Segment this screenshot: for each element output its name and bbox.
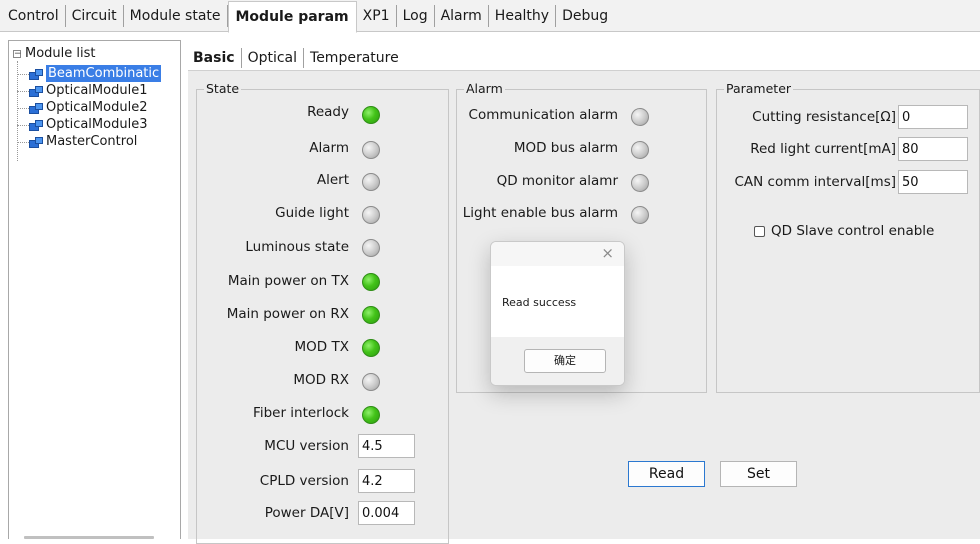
tree-connector (17, 142, 29, 143)
cutting-resistance-label: Cutting resistance[Ω] (752, 109, 896, 125)
status-led (362, 206, 380, 224)
tab-basic[interactable]: Basic (190, 48, 242, 68)
qd-slave-control-checkbox[interactable]: QD Slave control enable (754, 223, 934, 239)
indicator-label: Luminous state (245, 239, 349, 255)
status-led (631, 174, 649, 192)
red-light-current-field[interactable] (898, 137, 968, 161)
indicator-label: MOD bus alarm (513, 140, 618, 156)
collapse-icon[interactable]: − (13, 50, 22, 59)
tab-module-state[interactable]: Module state (124, 4, 228, 27)
indicator-label: Alert (316, 172, 349, 188)
indicator-label: Communication alarm (468, 107, 618, 123)
dialog-titlebar[interactable]: × (491, 242, 624, 266)
tree-root[interactable]: − Module list (13, 45, 96, 63)
tab-module-param[interactable]: Module param (227, 0, 357, 33)
tab-alarm[interactable]: Alarm (435, 4, 489, 27)
parameter-group: Parameter (716, 81, 980, 393)
main-tab-strip: Control Circuit Module state Module para… (0, 0, 980, 33)
status-led (631, 141, 649, 159)
red-light-current-label: Red light current[mA] (750, 141, 896, 157)
status-led (362, 373, 380, 391)
mcu-version-label: MCU version (264, 438, 349, 454)
indicator-label: Alarm (309, 140, 349, 156)
indicator-label: Main power on TX (227, 273, 349, 289)
tree-item-mastercontrol[interactable]: MasterControl (29, 133, 137, 150)
tab-temperature[interactable]: Temperature (304, 48, 405, 68)
tab-healthy[interactable]: Healthy (489, 4, 557, 27)
checkbox-box[interactable] (754, 225, 765, 237)
tree-item-opticalmodule1[interactable]: OpticalModule1 (29, 82, 147, 99)
mcu-version-field[interactable] (358, 434, 415, 458)
indicator-label: Guide light (275, 205, 349, 221)
status-led (362, 306, 380, 324)
tree-connector (17, 74, 29, 75)
alarm-group-title: Alarm (464, 81, 505, 97)
tree-root-label: Module list (25, 46, 96, 61)
status-led (362, 106, 380, 124)
module-tree[interactable]: − Module list BeamCombinatic OpticalModu… (8, 40, 181, 539)
sub-tab-strip: Basic Optical Temperature (190, 46, 405, 70)
indicator-label: MOD TX (294, 339, 349, 355)
close-icon[interactable]: × (601, 245, 614, 261)
indicator-label: Main power on RX (226, 306, 349, 322)
dialog-body: Read success (491, 266, 624, 337)
read-success-dialog: × Read success 确定 (490, 241, 625, 386)
tree-item-label: OpticalModule1 (46, 83, 148, 98)
tree-item-label: OpticalModule3 (46, 117, 148, 132)
module-icon (29, 68, 43, 80)
read-button[interactable]: Read (628, 461, 705, 487)
status-led (362, 173, 380, 191)
tab-optical[interactable]: Optical (242, 48, 305, 68)
indicator-label: Light enable bus alarm (462, 205, 618, 221)
status-led (362, 141, 380, 159)
tree-item-label: OpticalModule2 (46, 100, 148, 115)
module-icon (29, 102, 43, 114)
cpld-version-field[interactable] (358, 469, 415, 493)
tree-item-label: MasterControl (46, 134, 138, 149)
power-da-field[interactable] (358, 501, 415, 525)
tree-item-beamcombination[interactable]: BeamCombinatic (29, 65, 162, 82)
indicator-label: MOD RX (293, 372, 349, 388)
module-icon (29, 119, 43, 131)
tree-item-label: BeamCombinatic (46, 65, 162, 82)
can-comm-interval-field[interactable] (898, 170, 968, 194)
tab-debug[interactable]: Debug (556, 5, 614, 27)
tab-circuit[interactable]: Circuit (66, 4, 124, 27)
power-da-label: Power DA[V] (264, 505, 349, 521)
status-led (631, 108, 649, 126)
tab-log[interactable]: Log (397, 4, 435, 27)
tree-connector (17, 108, 29, 109)
dialog-footer: 确定 (491, 337, 624, 385)
status-led (362, 273, 380, 291)
state-group-title: State (204, 81, 242, 97)
ok-button[interactable]: 确定 (524, 349, 606, 373)
can-comm-interval-label: CAN comm interval[ms] (734, 174, 896, 190)
parameter-group-title: Parameter (724, 81, 794, 97)
status-led (362, 406, 380, 424)
tab-control[interactable]: Control (2, 4, 66, 27)
status-led (362, 239, 380, 257)
tree-connector (17, 125, 29, 126)
set-button[interactable]: Set (720, 461, 797, 487)
indicator-label: QD monitor alamr (496, 173, 618, 189)
checkbox-label: QD Slave control enable (771, 223, 935, 239)
status-led (631, 206, 649, 224)
indicator-label: Fiber interlock (253, 405, 349, 421)
tree-item-opticalmodule2[interactable]: OpticalModule2 (29, 99, 147, 116)
module-icon (29, 136, 43, 148)
tab-xp1[interactable]: XP1 (357, 4, 397, 27)
module-icon (29, 85, 43, 97)
dialog-message: Read success (502, 296, 577, 309)
status-led (362, 339, 380, 357)
tree-connector (17, 61, 18, 161)
cpld-version-label: CPLD version (259, 473, 349, 489)
tree-item-opticalmodule3[interactable]: OpticalModule3 (29, 116, 147, 133)
cutting-resistance-field[interactable] (898, 105, 968, 129)
tree-connector (17, 91, 29, 92)
indicator-label: Ready (307, 104, 349, 120)
